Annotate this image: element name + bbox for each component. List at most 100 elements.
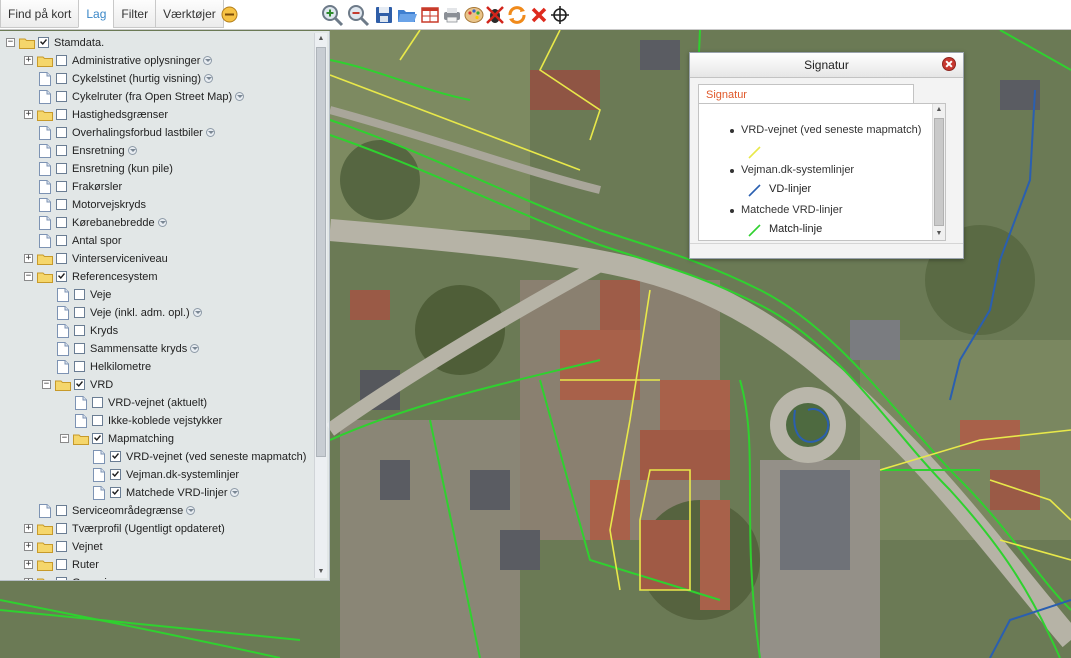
- layer-checkbox[interactable]: [56, 253, 67, 264]
- layer-label[interactable]: Genveje: [72, 574, 113, 580]
- tab-filter[interactable]: Filter: [113, 0, 157, 28]
- scroll-up-icon[interactable]: ▲: [316, 34, 326, 44]
- layer-tree-item[interactable]: − VRD: [0, 376, 315, 394]
- layer-checkbox[interactable]: [56, 559, 67, 570]
- collapse-icon[interactable]: −: [24, 272, 33, 281]
- expand-icon[interactable]: +: [24, 578, 33, 580]
- layer-label[interactable]: Kryds: [90, 322, 118, 340]
- layer-checkbox[interactable]: [110, 469, 121, 480]
- layer-label[interactable]: VRD-vejnet (aktuelt): [108, 394, 207, 412]
- layer-tree-item[interactable]: Ensretning: [0, 142, 315, 160]
- scroll-down-icon[interactable]: ▼: [934, 229, 944, 239]
- layer-tree-item[interactable]: − Mapmatching: [0, 430, 315, 448]
- layer-tree-item[interactable]: Overhalingsforbud lastbiler: [0, 124, 315, 142]
- grid-icon[interactable]: [418, 3, 442, 27]
- layer-label[interactable]: Ensretning (kun pile): [72, 160, 173, 178]
- layer-checkbox[interactable]: [56, 199, 67, 210]
- layer-label[interactable]: Sammensatte kryds: [90, 340, 200, 358]
- layer-tree-item[interactable]: Helkilometre: [0, 358, 315, 376]
- layer-label[interactable]: Tværprofil (Ugentligt opdateret): [72, 520, 225, 538]
- expand-icon[interactable]: +: [24, 524, 33, 533]
- layer-tree-item[interactable]: Matchede VRD-linjer: [0, 484, 315, 502]
- expand-icon[interactable]: +: [24, 542, 33, 551]
- layer-checkbox[interactable]: [56, 505, 67, 516]
- popup-tab-signatur[interactable]: Signatur: [698, 84, 914, 104]
- layer-label[interactable]: Veje (inkl. adm. opl.): [90, 304, 202, 322]
- layer-label[interactable]: Cykelstinet (hurtig visning): [72, 70, 213, 88]
- layer-tree-item[interactable]: Ensretning (kun pile): [0, 160, 315, 178]
- layer-label[interactable]: Cykelruter (fra Open Street Map): [72, 88, 245, 106]
- layer-tree-item[interactable]: Antal spor: [0, 232, 315, 250]
- layer-checkbox[interactable]: [74, 361, 85, 372]
- layer-checkbox[interactable]: [92, 415, 103, 426]
- layer-tree-item[interactable]: − Stamdata.: [0, 34, 315, 52]
- popup-title[interactable]: Signatur: [690, 53, 963, 78]
- layer-label[interactable]: VRD: [90, 376, 113, 394]
- layer-checkbox[interactable]: [56, 235, 67, 246]
- layer-tree-item[interactable]: VRD-vejnet (aktuelt): [0, 394, 315, 412]
- layer-label[interactable]: Vejman.dk-systemlinjer: [126, 466, 239, 484]
- tab-find-paa-kort[interactable]: Find på kort: [0, 0, 80, 28]
- scroll-down-icon[interactable]: ▼: [316, 567, 326, 577]
- bug-off-icon[interactable]: [483, 3, 507, 27]
- layer-label[interactable]: Ensretning: [72, 142, 137, 160]
- layer-tree-item[interactable]: Serviceområdegrænse: [0, 502, 315, 520]
- layer-label[interactable]: Administrative oplysninger: [72, 52, 213, 70]
- layer-checkbox[interactable]: [56, 55, 67, 66]
- layer-tree-item[interactable]: Sammensatte kryds: [0, 340, 315, 358]
- layer-checkbox[interactable]: [92, 433, 103, 444]
- zoom-in-icon[interactable]: [320, 3, 344, 27]
- layer-tree-scrollbar[interactable]: ▲ ▼: [314, 33, 327, 578]
- layer-checkbox[interactable]: [74, 379, 85, 390]
- layer-label[interactable]: Stamdata.: [54, 34, 104, 52]
- layer-tree-item[interactable]: VRD-vejnet (ved seneste mapmatch): [0, 448, 315, 466]
- layer-checkbox[interactable]: [56, 181, 67, 192]
- layer-tree-item[interactable]: Ikke-koblede vejstykker: [0, 412, 315, 430]
- info-icon[interactable]: [230, 488, 240, 497]
- layer-tree-item[interactable]: Kørebanebredde: [0, 214, 315, 232]
- layer-label[interactable]: Antal spor: [72, 232, 122, 250]
- layer-checkbox[interactable]: [56, 271, 67, 282]
- save-icon[interactable]: [372, 3, 396, 27]
- scroll-thumb[interactable]: [316, 47, 326, 457]
- layer-checkbox[interactable]: [56, 127, 67, 138]
- legend-scrollbar[interactable]: ▲ ▼: [932, 104, 945, 240]
- tab-vaerktoejer[interactable]: Værktøjer: [155, 0, 224, 28]
- layer-label[interactable]: Referencesystem: [72, 268, 158, 286]
- layer-label[interactable]: Veje: [90, 286, 111, 304]
- info-icon[interactable]: [204, 74, 213, 83]
- layer-checkbox[interactable]: [56, 109, 67, 120]
- collapse-icon[interactable]: −: [42, 380, 51, 389]
- zoom-out-icon[interactable]: [346, 3, 370, 27]
- layer-tree-item[interactable]: Frakørsler: [0, 178, 315, 196]
- info-icon[interactable]: [203, 56, 213, 65]
- expand-icon[interactable]: +: [24, 254, 33, 263]
- layer-label[interactable]: VRD-vejnet (ved seneste mapmatch): [126, 448, 306, 466]
- layer-label[interactable]: Kørebanebredde: [72, 214, 167, 232]
- layer-label[interactable]: Overhalingsforbud lastbiler: [72, 124, 215, 142]
- layer-label[interactable]: Ruter: [72, 556, 99, 574]
- layer-tree-item[interactable]: Kryds: [0, 322, 315, 340]
- info-icon[interactable]: [192, 308, 202, 317]
- layer-tree-item[interactable]: Veje: [0, 286, 315, 304]
- info-icon[interactable]: [235, 92, 245, 101]
- layer-label[interactable]: Motorvejskryds: [72, 196, 146, 214]
- print-icon[interactable]: [440, 3, 464, 27]
- layer-label[interactable]: Vinterserviceniveau: [72, 250, 168, 268]
- layer-label[interactable]: Helkilometre: [90, 358, 151, 376]
- layer-tree-item[interactable]: − Referencesystem: [0, 268, 315, 286]
- open-folder-icon[interactable]: [395, 3, 419, 27]
- scroll-up-icon[interactable]: ▲: [934, 105, 944, 115]
- layer-checkbox[interactable]: [56, 163, 67, 174]
- layer-label[interactable]: Matchede VRD-linjer: [126, 484, 240, 502]
- layer-tree-item[interactable]: Cykelruter (fra Open Street Map): [0, 88, 315, 106]
- layer-tree-item[interactable]: + Hastighedsgrænser: [0, 106, 315, 124]
- layer-checkbox[interactable]: [56, 91, 67, 102]
- layer-checkbox[interactable]: [56, 217, 67, 228]
- layer-tree-item[interactable]: + Ruter: [0, 556, 315, 574]
- layer-checkbox[interactable]: [92, 397, 103, 408]
- info-icon[interactable]: [205, 128, 215, 137]
- layer-label[interactable]: Vejnet: [72, 538, 103, 556]
- info-icon[interactable]: [127, 146, 137, 155]
- layer-tree-item[interactable]: Veje (inkl. adm. opl.): [0, 304, 315, 322]
